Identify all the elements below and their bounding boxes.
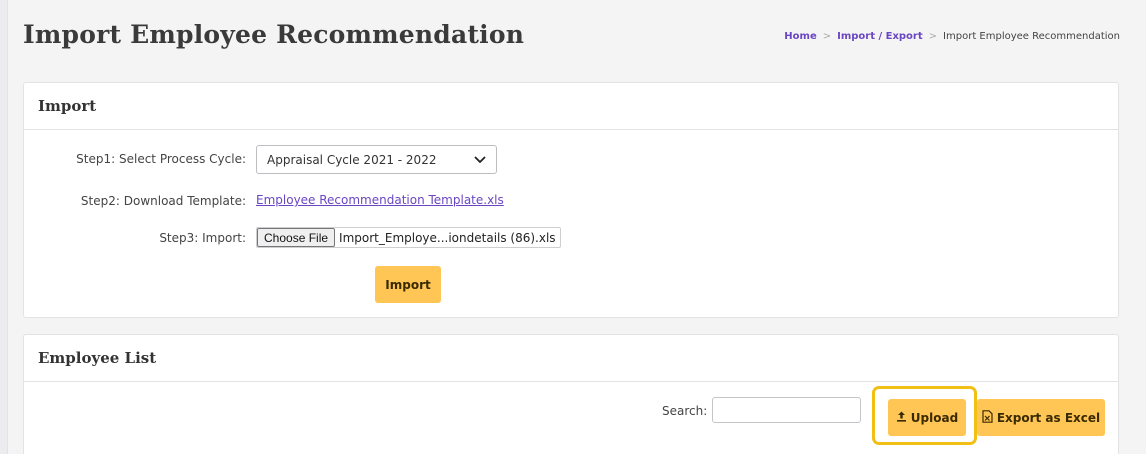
breadcrumb-separator-icon: > — [928, 31, 938, 42]
export-excel-button[interactable]: Export as Excel — [977, 399, 1105, 436]
employee-list-title: Employee List — [38, 349, 157, 367]
import-card-header: Import — [24, 83, 1118, 130]
upload-button-label: Upload — [910, 410, 959, 425]
step1-row: Step1: Select Process Cycle: — [24, 149, 246, 169]
step3-label: Step3: Import: — [159, 231, 246, 245]
file-input[interactable]: Choose File Import_Employe...iondetails … — [256, 227, 561, 248]
breadcrumb-import-export-link[interactable]: Import / Export — [837, 31, 923, 42]
import-button[interactable]: Import — [375, 266, 441, 303]
search-input[interactable] — [712, 397, 861, 423]
process-cycle-selected-value: Appraisal Cycle 2021 - 2022 — [267, 152, 437, 167]
excel-file-icon — [982, 409, 993, 426]
breadcrumb-separator-icon: > — [822, 31, 832, 42]
export-excel-button-label: Export as Excel — [996, 410, 1101, 425]
breadcrumb-home-link[interactable]: Home — [784, 31, 816, 42]
selected-file-name: Import_Employe...iondetails (86).xls — [339, 230, 556, 245]
employee-list-header: Employee List — [24, 335, 1118, 382]
breadcrumb-current: Import Employee Recommendation — [943, 31, 1120, 42]
step2-label: Step2: Download Template: — [80, 194, 246, 208]
page-title: Import Employee Recommendation — [23, 20, 525, 49]
left-sidebar-edge — [0, 0, 8, 454]
import-card-title: Import — [38, 97, 97, 115]
download-template-link[interactable]: Employee Recommendation Template.xls — [256, 193, 504, 207]
upload-icon — [896, 411, 907, 425]
step3-row: Step3: Import: — [24, 228, 246, 248]
import-card: Import Step1: Select Process Cycle: Appr… — [23, 82, 1119, 318]
step2-row: Step2: Download Template: — [24, 191, 246, 211]
upload-button[interactable]: Upload — [888, 399, 966, 436]
employee-list-card: Employee List Search: Upload Export as E… — [23, 334, 1119, 454]
step1-label: Step1: Select Process Cycle: — [76, 152, 246, 166]
process-cycle-select[interactable]: Appraisal Cycle 2021 - 2022 — [256, 145, 497, 174]
choose-file-button[interactable]: Choose File — [257, 228, 336, 247]
search-label: Search: — [662, 404, 708, 418]
breadcrumb: Home > Import / Export > Import Employee… — [784, 31, 1120, 42]
chevron-down-icon — [474, 153, 486, 167]
